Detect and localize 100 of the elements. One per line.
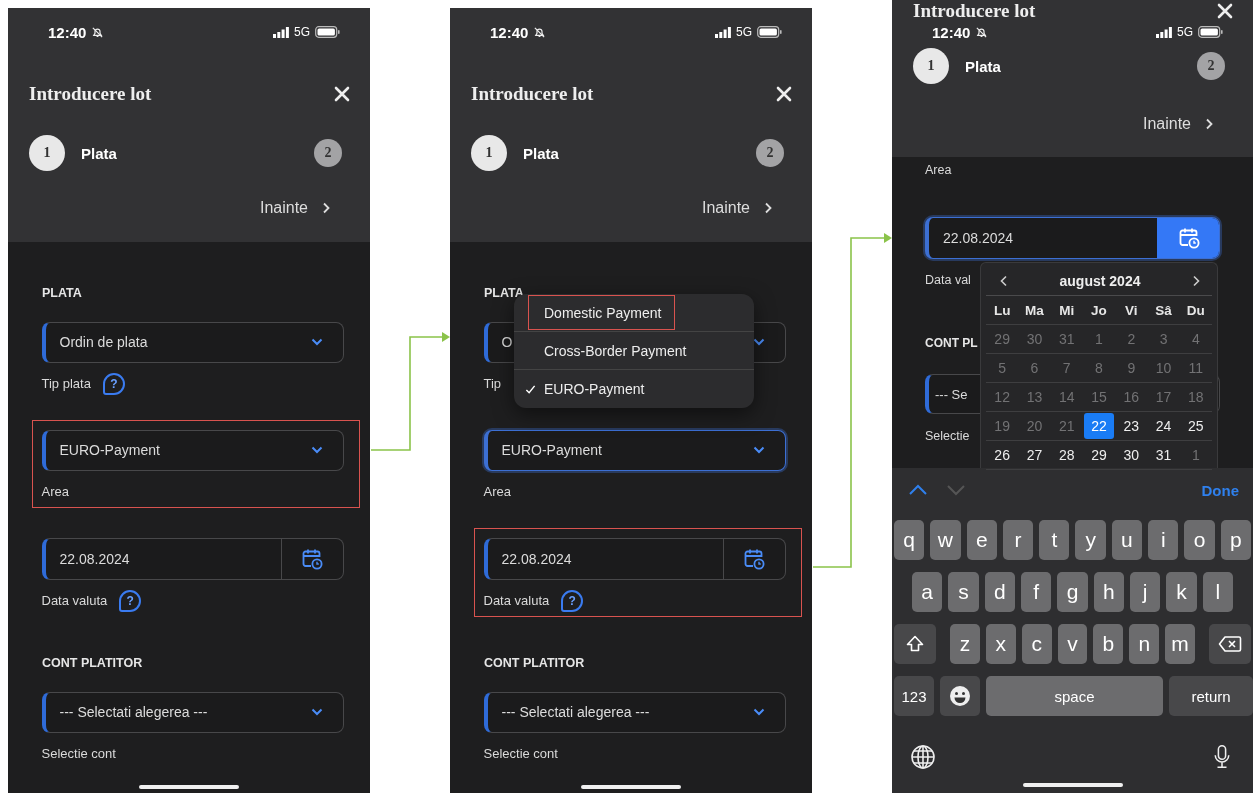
calendar-day[interactable]: 26 [987, 442, 1018, 468]
chevron-down-icon [752, 338, 765, 346]
key[interactable]: t [1039, 520, 1070, 560]
next-button[interactable]: Inainte [1142, 114, 1213, 133]
next-button[interactable]: Inainte [701, 199, 772, 217]
calendar-day[interactable]: 30 [1116, 442, 1147, 468]
field-label: Data val [925, 273, 971, 287]
key[interactable]: m [1165, 624, 1195, 664]
help-button[interactable]: ? [102, 372, 125, 395]
shift-key[interactable] [894, 624, 936, 664]
chevron-up-icon[interactable] [908, 484, 928, 496]
select-field[interactable]: --- Selectati alegerea --- [483, 691, 786, 733]
globe-icon[interactable] [910, 744, 936, 770]
status-time: 12:40 [490, 23, 529, 41]
section-title: CONT PLATITOR [484, 655, 585, 672]
key[interactable]: e [966, 520, 997, 560]
key[interactable]: d [984, 572, 1015, 612]
field-label: Selectie cont [41, 746, 116, 761]
battery-icon [757, 26, 782, 38]
calendar-clock-icon [301, 547, 323, 570]
step-number[interactable]: 1 [471, 135, 507, 171]
bell-slash-icon [975, 25, 989, 39]
calendar-button[interactable] [1157, 218, 1219, 258]
step-number[interactable]: 1 [913, 48, 949, 84]
key[interactable]: n [1129, 624, 1160, 664]
key[interactable]: z [950, 624, 980, 664]
field-label: Area [925, 162, 952, 179]
date-field[interactable]: 22.08.2024 [925, 217, 1220, 259]
calendar-day[interactable]: 25 [1180, 413, 1211, 439]
calendar-day[interactable]: 31 [1148, 442, 1179, 468]
key[interactable]: p [1220, 520, 1251, 560]
step-number[interactable]: 2 [314, 139, 342, 167]
step-number[interactable]: 2 [1197, 52, 1225, 80]
key[interactable]: g [1057, 572, 1088, 612]
key[interactable]: a [912, 572, 943, 612]
key[interactable]: o [1184, 520, 1215, 560]
calendar-day[interactable]: 28 [1051, 442, 1082, 468]
help-button[interactable]: ? [561, 589, 584, 612]
microphone-icon[interactable] [1213, 744, 1231, 770]
delete-key[interactable] [1209, 624, 1251, 664]
backspace-icon [1218, 635, 1242, 653]
key[interactable]: f [1021, 572, 1052, 612]
field-label: Data valuta [483, 593, 550, 608]
date-field[interactable]: 22.08.2024 [41, 537, 344, 580]
date-field[interactable]: 22.08.2024 [483, 537, 786, 580]
calendar-day[interactable]: 29 [1083, 442, 1115, 468]
key[interactable]: v [1057, 624, 1088, 664]
weekday-label: Sâ [1154, 302, 1173, 318]
return-key[interactable]: return [1169, 676, 1253, 716]
key[interactable]: y [1075, 520, 1106, 560]
done-button[interactable]: Done [1201, 481, 1239, 499]
key[interactable]: b [1093, 624, 1124, 664]
key[interactable]: h [1093, 572, 1124, 612]
chevron-left-icon[interactable] [1000, 275, 1008, 287]
key[interactable]: q [894, 520, 925, 560]
menu-option[interactable]: Cross-Border Payment [514, 332, 754, 370]
close-icon[interactable] [1217, 3, 1233, 19]
key[interactable]: s [948, 572, 979, 612]
select-field[interactable]: EURO-Payment [483, 429, 786, 471]
menu-option[interactable]: EURO-Payment [514, 370, 754, 408]
weekday-label: Du [1185, 302, 1206, 318]
step-number[interactable]: 2 [756, 139, 784, 167]
key[interactable]: w [930, 520, 961, 560]
emoji-key[interactable] [940, 676, 980, 716]
step-label: Plata [81, 144, 117, 162]
field-label: Area [483, 484, 511, 499]
close-icon[interactable] [776, 86, 792, 102]
select-field[interactable]: --- Selectati alegerea --- [41, 691, 344, 733]
calendar-day[interactable]: 23 [1116, 413, 1147, 439]
calendar-clock-icon [1177, 227, 1200, 249]
step-label: Plata [965, 57, 1001, 75]
calendar-day[interactable]: 27 [1019, 442, 1050, 468]
calendar-day[interactable]: 22 [1083, 413, 1115, 439]
select-field[interactable]: EURO-Payment [41, 429, 344, 471]
space-key[interactable]: space [986, 676, 1163, 716]
help-button[interactable]: ? [119, 589, 142, 612]
signal-icon [273, 26, 289, 38]
chevron-down-icon [310, 338, 323, 346]
key[interactable]: j [1129, 572, 1161, 612]
close-icon[interactable] [334, 86, 350, 102]
select-field[interactable]: Ordin de plata [41, 321, 344, 363]
key[interactable]: u [1111, 520, 1143, 560]
next-button[interactable]: Inainte [259, 199, 330, 217]
key[interactable]: k [1166, 572, 1197, 612]
key[interactable]: i [1148, 520, 1179, 560]
key[interactable]: c [1021, 624, 1052, 664]
section-title: CONT PLATITOR [42, 655, 143, 672]
numbers-key[interactable]: 123 [894, 676, 934, 716]
chevron-right-icon[interactable] [1192, 275, 1200, 287]
key[interactable]: r [1002, 520, 1034, 560]
chevron-down-icon [310, 446, 323, 454]
check-icon [525, 383, 536, 395]
signal-icon [1156, 26, 1172, 38]
step-number[interactable]: 1 [29, 135, 65, 171]
section-title: PLATA [42, 285, 82, 302]
calendar-day[interactable]: 24 [1148, 413, 1179, 439]
field-label: Selectie [925, 429, 970, 443]
section-title: CONT PL [925, 335, 978, 352]
key[interactable]: l [1202, 572, 1233, 612]
key[interactable]: x [985, 624, 1016, 664]
